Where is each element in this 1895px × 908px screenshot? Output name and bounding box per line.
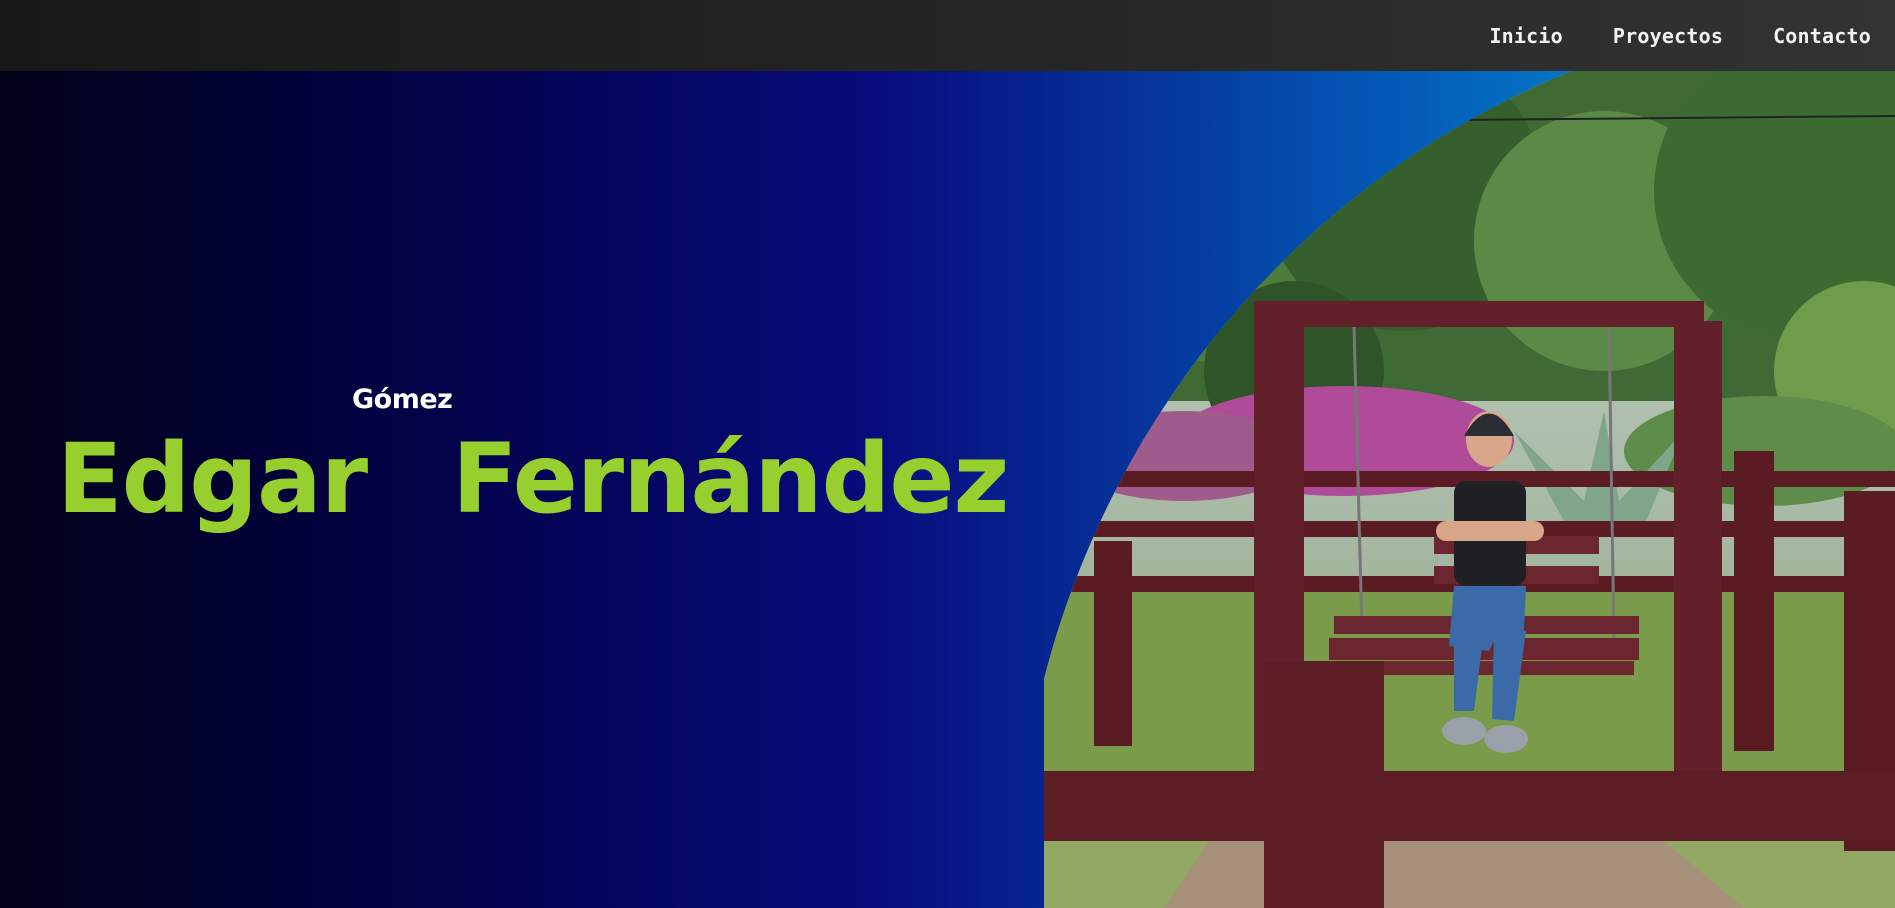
nav-link-contacto[interactable]: Contacto — [1773, 24, 1871, 48]
first-name: Edgar — [57, 423, 368, 535]
nav-link-inicio[interactable]: Inicio — [1489, 24, 1562, 48]
nav-link-proyectos[interactable]: Proyectos — [1613, 24, 1723, 48]
profile-photo-illustration — [1044, 71, 1895, 908]
hero-section: Gómez Edgar Fernández — [0, 71, 1895, 908]
profile-photo — [1044, 71, 1895, 908]
last-name: Fernández — [452, 423, 1009, 535]
second-last-name: Gómez — [352, 384, 453, 415]
top-navigation: Inicio Proyectos Contacto — [0, 0, 1895, 71]
